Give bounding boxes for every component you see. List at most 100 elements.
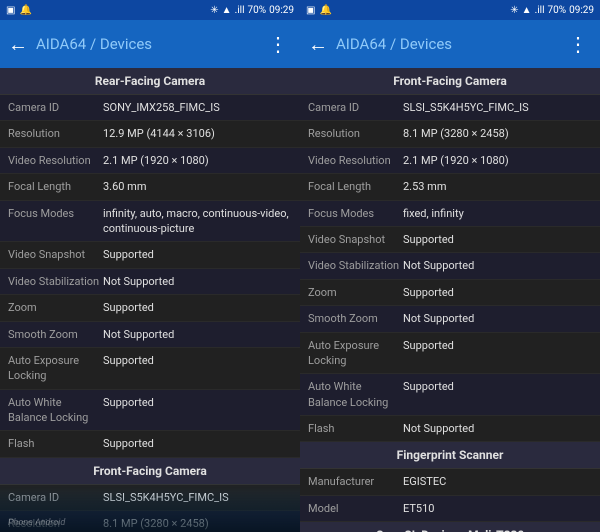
panel-left: ▣ 🔔 ✳ ▲ .ill 70% 09:29 ← AIDA64 / Device… [0, 0, 300, 532]
row-label: Focus Modes [8, 206, 103, 221]
table-row: Focus Modesfixed, infinity [300, 201, 600, 227]
table-row: Camera IDSLSI_S5K4H5YC_FIMC_IS [300, 95, 600, 121]
row-label: Flash [308, 421, 403, 436]
row-label: Video Resolution [8, 153, 103, 168]
table-row: Auto White Balance LockingSupported [300, 374, 600, 416]
row-value: Not Supported [103, 274, 292, 289]
menu-button[interactable]: ⋮ [564, 28, 592, 60]
battery-text: 70% [248, 5, 267, 16]
row-label: Camera ID [308, 100, 403, 115]
row-value: Supported [103, 300, 292, 315]
row-label: Auto Exposure Locking [8, 353, 103, 384]
row-label: Flash [8, 436, 103, 451]
row-value: Supported [403, 285, 592, 300]
section-header-1: Fingerprint Scanner [300, 442, 600, 469]
row-value: Not Supported [403, 258, 592, 273]
row-value: Not Supported [403, 421, 592, 436]
time-text: 09:29 [569, 5, 594, 16]
row-label: Focus Modes [308, 206, 403, 221]
row-value: Supported [103, 247, 292, 262]
app-name: AIDA64 [336, 35, 386, 53]
content-left[interactable]: Rear-Facing CameraCamera IDSONY_IMX258_F… [0, 68, 300, 532]
watermark-text: Phone Android [8, 518, 65, 528]
row-value: EGISTEC [403, 474, 592, 489]
status-icon-1: ▣ [306, 5, 315, 16]
toolbar-title: AIDA64 / Devices [336, 35, 564, 53]
row-label: Model [308, 501, 403, 516]
row-label: Auto White Balance Locking [8, 395, 103, 426]
separator: / [90, 35, 100, 53]
page-title: Devices [100, 35, 152, 53]
row-label: Video Resolution [308, 153, 403, 168]
status-icon-2: 🔔 [319, 5, 331, 16]
table-row: Focal Length2.53 mm [300, 174, 600, 200]
row-label: Auto White Balance Locking [308, 379, 403, 410]
row-label: Smooth Zoom [8, 327, 103, 342]
row-label: Resolution [308, 126, 403, 141]
table-row: Auto Exposure LockingSupported [300, 333, 600, 375]
row-value: SLSI_S5K4H5YC_FIMC_IS [403, 100, 592, 115]
network-icon: .ill [235, 5, 245, 16]
row-label: Focal Length [8, 179, 103, 194]
row-label: Video Stabilization [8, 274, 103, 289]
row-value: 2.1 MP (1920 × 1080) [103, 153, 292, 168]
back-button[interactable]: ← [308, 32, 328, 57]
table-row: Camera IDSONY_IMX258_FIMC_IS [0, 95, 300, 121]
table-row: Video StabilizationNot Supported [300, 253, 600, 279]
row-label: Video Snapshot [8, 247, 103, 262]
row-label: Zoom [308, 285, 403, 300]
row-label: Video Snapshot [308, 232, 403, 247]
row-value: SONY_IMX258_FIMC_IS [103, 100, 292, 115]
row-value: Supported [403, 338, 592, 353]
row-label: Zoom [8, 300, 103, 315]
section-header-0: Rear-Facing Camera [0, 68, 300, 95]
panel-right: ▣ 🔔 ✳ ▲ .ill 70% 09:29 ← AIDA64 / Device… [300, 0, 600, 532]
row-value: ET510 [403, 501, 592, 516]
row-value: Not Supported [103, 327, 292, 342]
table-row: Smooth ZoomNot Supported [0, 322, 300, 348]
bluetooth-icon: ✳ [210, 5, 218, 16]
status-icon-1: ▣ [6, 5, 15, 16]
table-row: Resolution12.9 MP (4144 × 3106) [0, 121, 300, 147]
table-row: Resolution8.1 MP (3280 × 2458) [300, 121, 600, 147]
status-left: ▣ 🔔 [6, 5, 32, 16]
row-value: 2.1 MP (1920 × 1080) [403, 153, 592, 168]
table-row: Focal Length3.60 mm [0, 174, 300, 200]
back-button[interactable]: ← [8, 32, 28, 57]
row-value: fixed, infinity [403, 206, 592, 221]
row-label: Manufacturer [308, 474, 403, 489]
row-value: Supported [103, 353, 292, 368]
signal-icon: ▲ [522, 5, 532, 16]
table-row: Auto Exposure LockingSupported [0, 348, 300, 390]
section-header-0: Front-Facing Camera [300, 68, 600, 95]
row-value: 3.60 mm [103, 179, 292, 194]
status-bar: ▣ 🔔 ✳ ▲ .ill 70% 09:29 [300, 0, 600, 20]
status-left: ▣ 🔔 [306, 5, 332, 16]
table-row: FlashSupported [0, 431, 300, 457]
table-row: Focus Modesinfinity, auto, macro, contin… [0, 201, 300, 243]
row-value: Supported [403, 379, 592, 394]
status-icon-2: 🔔 [19, 5, 31, 16]
content-right[interactable]: Front-Facing CameraCamera IDSLSI_S5K4H5Y… [300, 68, 600, 532]
section-header-1: Front-Facing Camera [0, 458, 300, 485]
panels-wrapper: ▣ 🔔 ✳ ▲ .ill 70% 09:29 ← AIDA64 / Device… [0, 0, 600, 532]
separator: / [390, 35, 400, 53]
table-row: Smooth ZoomNot Supported [300, 306, 600, 332]
row-value: Supported [403, 232, 592, 247]
toolbar: ← AIDA64 / Devices ⋮ [0, 20, 300, 68]
menu-button[interactable]: ⋮ [264, 28, 292, 60]
table-row: Video Resolution2.1 MP (1920 × 1080) [0, 148, 300, 174]
table-row: Auto White Balance LockingSupported [0, 390, 300, 432]
status-right: ✳ ▲ .ill 70% 09:29 [510, 5, 594, 16]
table-row: ZoomSupported [0, 295, 300, 321]
toolbar-title: AIDA64 / Devices [36, 35, 264, 53]
row-value: Not Supported [403, 311, 592, 326]
watermark: Phone Android [0, 492, 300, 532]
table-row: Video SnapshotSupported [300, 227, 600, 253]
status-bar: ▣ 🔔 ✳ ▲ .ill 70% 09:29 [0, 0, 300, 20]
row-value: 12.9 MP (4144 × 3106) [103, 126, 292, 141]
table-row: Video StabilizationNot Supported [0, 269, 300, 295]
table-row: ManufacturerEGISTEC [300, 469, 600, 495]
row-value: Supported [103, 436, 292, 451]
network-icon: .ill [535, 5, 545, 16]
